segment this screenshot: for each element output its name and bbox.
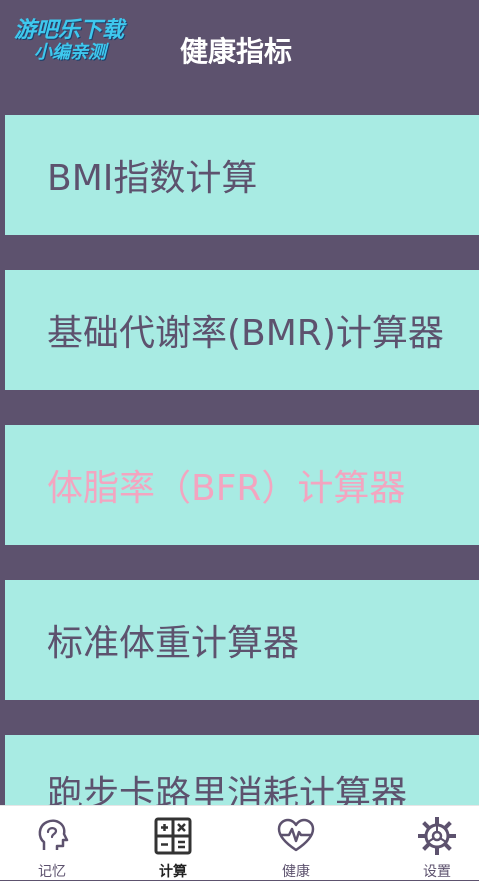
page-title: 健康指标 — [180, 35, 293, 68]
menu-item-running-calories[interactable]: 跑步卡路里消耗计算器 — [5, 735, 479, 807]
brain-head-icon — [38, 819, 69, 850]
calculator-icon — [154, 817, 192, 855]
tab-settings[interactable]: 设置 — [397, 806, 477, 880]
tab-health[interactable]: 健康 — [256, 806, 336, 880]
menu-item-bmi[interactable]: BMI指数计算 — [5, 115, 479, 235]
menu-item-label: 体脂率（BFR）计算器 — [47, 468, 406, 509]
tab-calculate[interactable]: 计算 — [133, 806, 213, 880]
menu-item-label: 基础代谢率(BMR)计算器 — [47, 313, 444, 354]
menu-item-standard-weight[interactable]: 标准体重计算器 — [5, 580, 479, 700]
heart-pulse-icon — [277, 818, 315, 852]
tab-label: 计算 — [159, 864, 187, 880]
tab-memory[interactable]: 记忆 — [12, 806, 92, 880]
menu-item-label: 标准体重计算器 — [47, 623, 300, 664]
menu-item-bfr[interactable]: 体脂率（BFR）计算器 — [5, 425, 479, 545]
watermark-logo: 游吧乐下载 小编亲测 — [12, 10, 142, 68]
tab-label: 记忆 — [38, 864, 66, 880]
app-header: 游吧乐下载 小编亲测 健康指标 — [0, 0, 479, 110]
tab-label: 设置 — [423, 864, 451, 880]
menu-item-bmr[interactable]: 基础代谢率(BMR)计算器 — [5, 270, 479, 390]
logo-line-2: 小编亲测 — [34, 42, 106, 63]
tab-label: 健康 — [282, 864, 310, 880]
menu-item-label: 跑步卡路里消耗计算器 — [47, 774, 408, 807]
gear-icon — [418, 817, 456, 855]
menu-item-label: BMI指数计算 — [47, 158, 258, 199]
bottom-tab-bar: 记忆 计算 健康 设置 — [0, 805, 479, 880]
